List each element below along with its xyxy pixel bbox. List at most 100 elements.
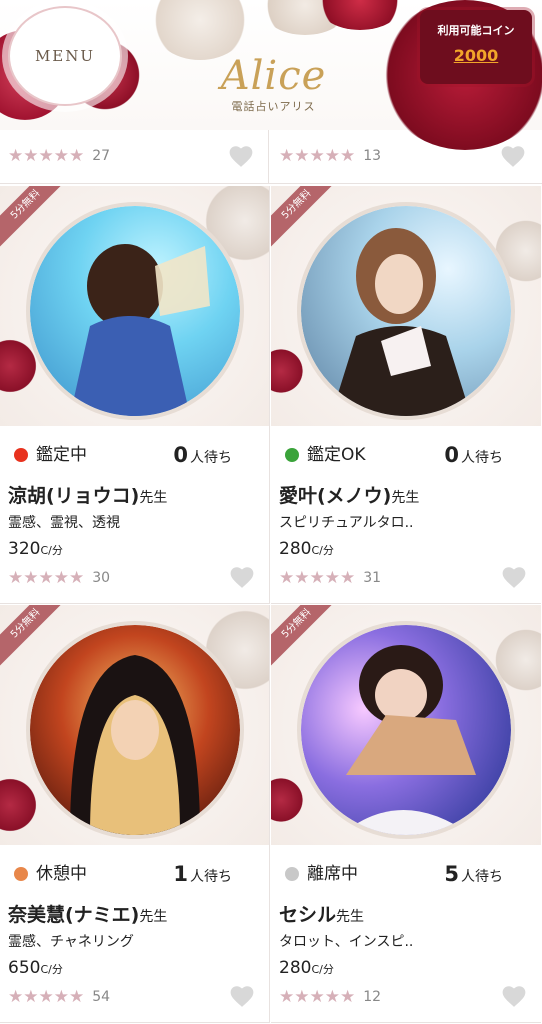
wait-count: 5 人待ち xyxy=(444,863,503,888)
heart-icon[interactable] xyxy=(229,565,255,589)
photo-area xyxy=(0,186,269,426)
teller-name[interactable]: セシル先生 xyxy=(279,900,364,927)
portrait-image xyxy=(30,206,240,416)
wait-count: 1 人待ち xyxy=(173,863,232,888)
name-text: 奈美慧(ナミエ) xyxy=(8,904,140,926)
teller-genre: スピリチュアルタロ.. xyxy=(279,515,414,531)
photo-area xyxy=(0,605,269,845)
name-text: セシル xyxy=(279,904,337,926)
heart-icon[interactable] xyxy=(501,984,527,1008)
rose-decoration xyxy=(0,775,40,835)
price-value: 650 xyxy=(8,958,41,978)
rating: ★★★★★ 31 xyxy=(279,568,381,588)
rating-stars: ★★★★★ xyxy=(279,987,356,1007)
name-suffix: 先生 xyxy=(139,909,168,925)
rating: ★★★★★ 54 xyxy=(8,987,110,1007)
fortune-teller-card[interactable]: 5分無料 離席中 5 人待ち セシル先生 タロット、インスピ.. 280C/分 ★… xyxy=(271,605,541,1023)
wait-number: 5 xyxy=(444,862,459,886)
heart-icon[interactable] xyxy=(229,984,255,1008)
wait-label: 人待ち xyxy=(190,450,232,466)
price-unit: C/分 xyxy=(40,963,63,976)
wait-count: 0 人待ち xyxy=(173,444,232,469)
price: 280C/分 xyxy=(279,539,334,559)
photo-area xyxy=(271,186,541,426)
rating-count: 12 xyxy=(363,989,382,1005)
status-dot-icon xyxy=(14,448,28,462)
rating: ★★★★★ 30 xyxy=(8,568,110,588)
heart-icon[interactable] xyxy=(228,144,254,168)
status-text: 鑑定OK xyxy=(307,445,366,465)
fortune-teller-card[interactable]: 5分無料 鑑定中 0 人待ち 涼胡(リョウコ)先生 霊感、霊視、透視 320C/分… xyxy=(0,186,270,604)
coin-label: 利用可能コイン xyxy=(437,24,515,37)
rating: ★★★★★ 12 xyxy=(279,987,381,1007)
name-suffix: 先生 xyxy=(336,909,365,925)
name-text: 涼胡(リョウコ) xyxy=(8,485,140,507)
wait-number: 0 xyxy=(173,443,188,467)
rose-decoration xyxy=(271,346,306,396)
portrait-image xyxy=(301,625,511,835)
wait-number: 1 xyxy=(173,862,188,886)
rating-count: 31 xyxy=(363,570,382,586)
rating-stars: ★★★★★ xyxy=(279,146,356,166)
wait-number: 0 xyxy=(444,443,459,467)
teller-name[interactable]: 奈美慧(ナミエ)先生 xyxy=(8,900,167,927)
rating-count: 54 xyxy=(92,989,111,1005)
status-row: 離席中 5 人待ち xyxy=(283,863,533,885)
menu-label: MENU xyxy=(34,47,96,65)
status-row: 鑑定OK 0 人待ち xyxy=(283,444,533,466)
wait-label: 人待ち xyxy=(461,869,503,885)
heart-icon[interactable] xyxy=(501,565,527,589)
teller-name[interactable]: 愛叶(メノウ)先生 xyxy=(279,481,419,508)
price-unit: C/分 xyxy=(311,963,334,976)
rating-stars: ★★★★★ xyxy=(279,568,356,588)
status-text: 鑑定中 xyxy=(36,445,87,465)
site-logo[interactable]: Alice 電話占いアリス xyxy=(186,54,361,126)
portrait-frame xyxy=(297,621,515,839)
wait-label: 人待ち xyxy=(190,869,232,885)
price-unit: C/分 xyxy=(311,544,334,557)
coin-value[interactable]: 2000 xyxy=(420,46,532,65)
coin-balance[interactable]: 利用可能コイン 2000 xyxy=(420,10,532,84)
fortune-teller-card[interactable]: 5分無料 鑑定OK 0 人待ち 愛叶(メノウ)先生 スピリチュアルタロ.. 280… xyxy=(271,186,541,604)
name-text: 愛叶(メノウ) xyxy=(279,485,392,507)
portrait-frame xyxy=(26,621,244,839)
photo-area xyxy=(271,605,541,845)
rose-decoration xyxy=(271,775,306,825)
price-unit: C/分 xyxy=(40,544,63,557)
rating-stars: ★★★★★ xyxy=(8,987,85,1007)
status-dot-icon xyxy=(14,867,28,881)
rating-count: 30 xyxy=(92,570,111,586)
price-value: 280 xyxy=(279,539,312,559)
status-dot-icon xyxy=(285,448,299,462)
status-text: 離席中 xyxy=(307,864,358,884)
logo-subtitle: 電話占いアリス xyxy=(231,100,316,113)
logo-text: Alice xyxy=(220,53,327,99)
price: 650C/分 xyxy=(8,958,63,978)
heart-icon[interactable] xyxy=(500,144,526,168)
name-suffix: 先生 xyxy=(391,490,420,506)
name-suffix: 先生 xyxy=(139,490,168,506)
status-row: 鑑定中 0 人待ち xyxy=(12,444,262,466)
portrait-image xyxy=(301,206,511,416)
rating: ★★★★★ 13 xyxy=(279,146,381,166)
price-value: 320 xyxy=(8,539,41,559)
rating-stars: ★★★★★ xyxy=(8,146,85,166)
menu-button[interactable]: MENU xyxy=(8,6,122,106)
portrait-frame xyxy=(26,202,244,420)
wait-count: 0 人待ち xyxy=(444,444,503,469)
teller-name[interactable]: 涼胡(リョウコ)先生 xyxy=(8,481,167,508)
status-dot-icon xyxy=(285,867,299,881)
fortune-teller-card[interactable]: 5分無料 休憩中 1 人待ち 奈美慧(ナミエ)先生 霊感、チャネリング 650C/… xyxy=(0,605,270,1023)
partial-card[interactable]: ★★★★★ 27 xyxy=(0,130,269,184)
wait-label: 人待ち xyxy=(461,450,503,466)
teller-genre: 霊感、霊視、透視 xyxy=(8,515,120,531)
price: 320C/分 xyxy=(8,539,63,559)
portrait-frame xyxy=(297,202,515,420)
rose-decoration xyxy=(150,0,250,60)
status-text: 休憩中 xyxy=(36,864,87,884)
price: 280C/分 xyxy=(279,958,334,978)
status-row: 休憩中 1 人待ち xyxy=(12,863,262,885)
rating-count: 13 xyxy=(363,148,382,164)
rating-count: 27 xyxy=(92,148,111,164)
teller-genre: タロット、インスピ.. xyxy=(279,934,414,950)
